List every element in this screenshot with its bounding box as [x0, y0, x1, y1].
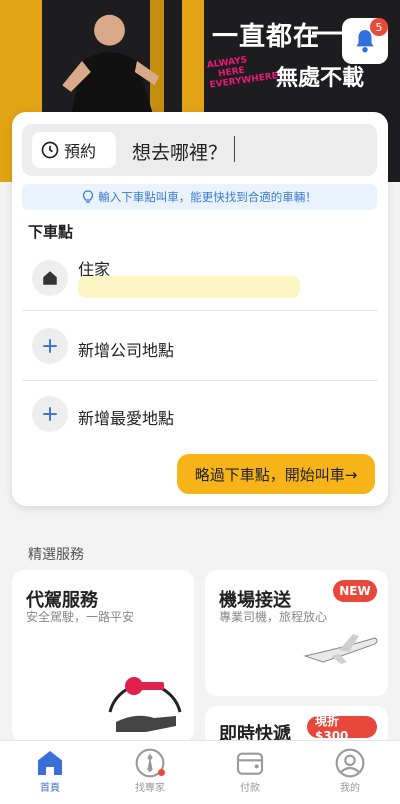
service-subtitle: 安全駕駛，一路平安 [26, 610, 135, 624]
discount-badge: 現折 $300 [307, 714, 377, 743]
reserve-button[interactable]: 預約 [32, 132, 116, 168]
plus-icon [43, 339, 57, 353]
plus-icon [43, 407, 57, 421]
service-card-designated-driver[interactable]: 代駕服務 安全駕駛，一路平安 [12, 570, 194, 742]
destination-search-bar[interactable]: 預約 想去哪裡？ [22, 124, 377, 176]
profile-icon [335, 748, 365, 778]
add-favorite-icon-wrap [32, 396, 68, 432]
wallet-icon [236, 752, 264, 775]
hero-tagline: ALWAYS HERE EVERYWHERE [206, 51, 278, 90]
add-company-icon-wrap [32, 328, 68, 364]
service-card-airport-transfer[interactable]: 機場接送 專業司機，旅程放心 NEW [205, 570, 388, 696]
tab-label: 付款 [240, 783, 260, 794]
divider [22, 310, 378, 311]
driver-photo [62, 14, 159, 116]
bottom-tab-bar: 首頁 找專家 付款 我的 [0, 740, 400, 804]
home-icon [38, 751, 62, 775]
tip-banner: 輸入下車點叫車，能更快找到合適的車輛！ [22, 184, 377, 210]
add-favorite-place[interactable]: 新增最愛地點 [12, 384, 388, 450]
home-address-redacted [78, 276, 300, 298]
airplane-icon [303, 634, 378, 664]
tab-label: 找專家 [135, 783, 165, 794]
tab-home[interactable]: 首頁 [0, 741, 100, 804]
destination-search-input[interactable]: 想去哪裡？ [132, 138, 227, 165]
tab-find-expert[interactable]: 找專家 [100, 741, 200, 804]
add-company-label: 新增公司地點 [78, 341, 175, 360]
tab-notification-dot [158, 769, 165, 776]
home-place-icon-wrap [32, 260, 68, 296]
add-company-place[interactable]: 新增公司地點 [12, 314, 388, 380]
add-favorite-label: 新增最愛地點 [78, 409, 175, 428]
hero-headline: 一直都在 [212, 22, 321, 52]
divider [22, 380, 378, 381]
hero-headline-secondary: 無處不載 [276, 66, 365, 91]
services-section-title: 精選服務 [28, 547, 84, 563]
car-key-handover-icon [108, 677, 182, 732]
reserve-label: 預約 [64, 142, 97, 161]
new-badge: NEW [333, 580, 377, 602]
tab-label: 我的 [340, 783, 360, 794]
dropoff-section-title: 下車點 [28, 223, 74, 241]
tab-profile[interactable]: 我的 [300, 741, 400, 804]
notification-count-badge: 5 [370, 18, 388, 36]
lightbulb-icon [83, 190, 94, 203]
hero-line-decoration [312, 31, 342, 35]
tab-label: 首頁 [40, 783, 60, 794]
house-icon [43, 271, 57, 285]
booking-card: 預約 想去哪裡？ 輸入下車點叫車，能更快找到合適的車輛！ 下車點 住家 新增公司… [12, 112, 388, 506]
tip-text: 輸入下車點叫車，能更快找到合適的車輛！ [98, 190, 317, 204]
skip-dropoff-start-ride-button[interactable]: 略過下車點，開始叫車→ [177, 454, 375, 494]
tab-payment[interactable]: 付款 [200, 741, 300, 804]
text-cursor [234, 136, 235, 162]
service-subtitle: 專業司機，旅程放心 [219, 610, 328, 624]
clock-icon [41, 141, 59, 159]
